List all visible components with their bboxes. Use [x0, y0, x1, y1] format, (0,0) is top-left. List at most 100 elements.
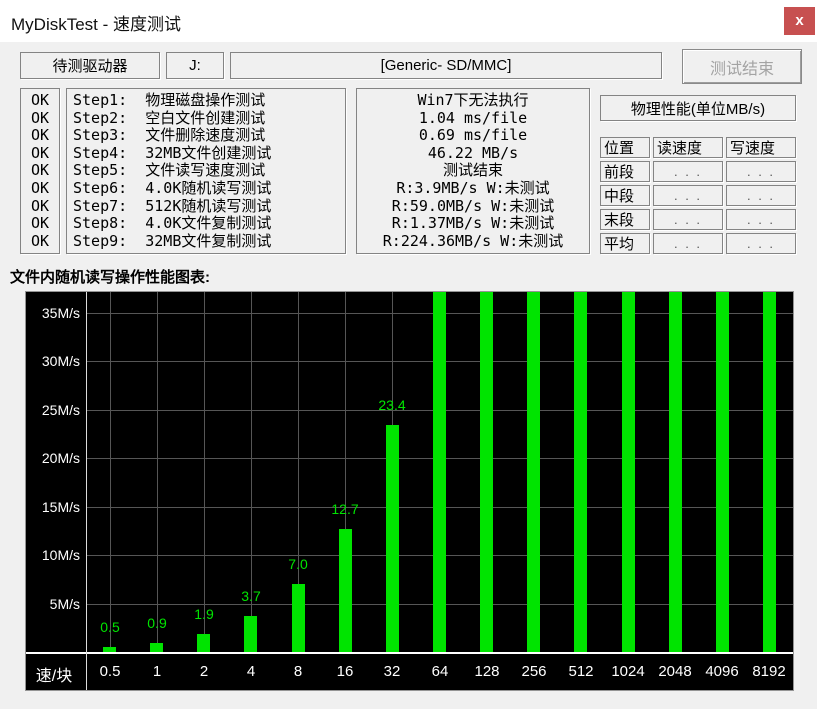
- step-status: OK: [21, 198, 59, 216]
- x-axis-label: 32: [369, 663, 415, 680]
- bar: [622, 292, 635, 652]
- app-window: MyDiskTest - 速度测试 x 待测驱动器 J: [Generic- S…: [0, 0, 817, 709]
- result-line: R:3.9MB/s W:未测试: [357, 180, 589, 198]
- x-axis-label: 8: [275, 663, 321, 680]
- bar: [763, 292, 776, 652]
- step-item: Step1: 物理磁盘操作测试: [73, 92, 345, 110]
- result-line: R:224.36MB/s W:未测试: [357, 233, 589, 251]
- bar-value-label: 23.4: [362, 397, 422, 413]
- title-bar: MyDiskTest - 速度测试 x: [0, 0, 817, 42]
- table-read-cell: . . .: [653, 233, 723, 254]
- test-finish-button[interactable]: 测试结束: [682, 49, 802, 84]
- bar: [386, 425, 399, 652]
- result-line: 测试结束: [357, 162, 589, 180]
- x-axis-label: 0.5: [87, 663, 133, 680]
- y-axis-label: 35M/s: [26, 305, 80, 321]
- chart-heading: 文件内随机读写操作性能图表:: [10, 266, 210, 287]
- table-write-cell: . . .: [726, 233, 796, 254]
- x-axis-label: 512: [558, 663, 604, 680]
- bar: [574, 292, 587, 652]
- y-axis-label: 15M/s: [26, 499, 80, 515]
- chart-area: 5M/s10M/s15M/s20M/s25M/s30M/s35M/s0.50.9…: [26, 292, 793, 690]
- bar-value-label: 12.7: [315, 501, 375, 517]
- table-read-cell: . . .: [653, 161, 723, 182]
- x-axis-label: 256: [511, 663, 557, 680]
- table-row-label: 中段: [600, 185, 650, 206]
- table-row-label: 末段: [600, 209, 650, 230]
- x-axis-label: 128: [464, 663, 510, 680]
- bar: [480, 292, 493, 652]
- x-axis-label: 64: [417, 663, 463, 680]
- table-write-cell: . . .: [726, 209, 796, 230]
- gridline-vertical: [110, 292, 111, 652]
- gridline-vertical: [157, 292, 158, 652]
- x-axis-label: 2048: [652, 663, 698, 680]
- step-status: OK: [21, 162, 59, 180]
- ok-status-list: OKOKOKOKOKOKOKOKOK: [20, 88, 60, 254]
- result-line: R:1.37MB/s W:未测试: [357, 215, 589, 233]
- physical-performance-title: 物理性能(单位MB/s): [631, 98, 765, 119]
- y-axis-label: 30M/s: [26, 353, 80, 369]
- x-axis-label: 16: [322, 663, 368, 680]
- y-axis-label: 10M/s: [26, 547, 80, 563]
- y-axis-label: 5M/s: [26, 596, 80, 612]
- drive-letter-select[interactable]: J:: [166, 52, 224, 79]
- performance-chart: 5M/s10M/s15M/s20M/s25M/s30M/s35M/s0.50.9…: [25, 291, 794, 691]
- result-line: 0.69 ms/file: [357, 127, 589, 145]
- bar: [244, 616, 257, 652]
- y-axis-label: 20M/s: [26, 450, 80, 466]
- physical-performance-table: 位置读速度写速度前段. . .. . .中段. . .. . .末段. . ..…: [600, 137, 796, 254]
- bar: [716, 292, 729, 652]
- table-read-cell: . . .: [653, 185, 723, 206]
- step-item: Step8: 4.0K文件复制测试: [73, 215, 345, 233]
- step-item: Step7: 512K随机读写测试: [73, 198, 345, 216]
- step-item: Step6: 4.0K随机读写测试: [73, 180, 345, 198]
- device-name: [Generic- SD/MMC]: [381, 57, 512, 74]
- table-column-header: 位置: [600, 137, 650, 158]
- y-axis-label: 25M/s: [26, 402, 80, 418]
- drive-label: 待测驱动器: [52, 55, 127, 76]
- step-status: OK: [21, 92, 59, 110]
- bar-value-label: 3.7: [221, 588, 281, 604]
- step-status: OK: [21, 145, 59, 163]
- step-status: OK: [21, 233, 59, 251]
- x-axis-label: 4: [228, 663, 274, 680]
- drive-letter-value: J:: [189, 57, 201, 74]
- x-axis-label: 2: [181, 663, 227, 680]
- x-axis-separator: [26, 652, 793, 654]
- bar-value-label: 1.9: [174, 606, 234, 622]
- y-axis-line: [86, 292, 87, 690]
- close-icon: x: [795, 12, 803, 29]
- table-row-label: 平均: [600, 233, 650, 254]
- x-axis-label: 8192: [746, 663, 792, 680]
- drive-label-box: 待测驱动器: [20, 52, 160, 79]
- table-row-label: 前段: [600, 161, 650, 182]
- table-read-cell: . . .: [653, 209, 723, 230]
- x-axis-unit-label: 速/块: [26, 662, 82, 686]
- close-button[interactable]: x: [784, 7, 815, 35]
- step-item: Step5: 文件读写速度测试: [73, 162, 345, 180]
- steps-list: Step1: 物理磁盘操作测试Step2: 空白文件创建测试Step3: 文件删…: [66, 88, 346, 254]
- x-axis-label: 1024: [605, 663, 651, 680]
- physical-performance-header: 物理性能(单位MB/s): [600, 95, 796, 121]
- gridline-vertical: [204, 292, 205, 652]
- step-status: OK: [21, 215, 59, 233]
- step-item: Step3: 文件删除速度测试: [73, 127, 345, 145]
- bar: [150, 643, 163, 652]
- step-item: Step2: 空白文件创建测试: [73, 110, 345, 128]
- result-line: R:59.0MB/s W:未测试: [357, 198, 589, 216]
- step-item: Step9: 32MB文件复制测试: [73, 233, 345, 251]
- bar: [527, 292, 540, 652]
- x-axis-label: 4096: [699, 663, 745, 680]
- table-column-header: 读速度: [653, 137, 723, 158]
- bar: [339, 529, 352, 652]
- x-axis-label: 1: [134, 663, 180, 680]
- table-column-header: 写速度: [726, 137, 796, 158]
- result-line: 1.04 ms/file: [357, 110, 589, 128]
- result-line: Win7下无法执行: [357, 92, 589, 110]
- window-title: MyDiskTest - 速度测试: [11, 10, 181, 35]
- step-status: OK: [21, 180, 59, 198]
- device-name-box: [Generic- SD/MMC]: [230, 52, 662, 79]
- results-panel: Win7下无法执行1.04 ms/file0.69 ms/file46.22 M…: [356, 88, 590, 254]
- bar: [433, 292, 446, 652]
